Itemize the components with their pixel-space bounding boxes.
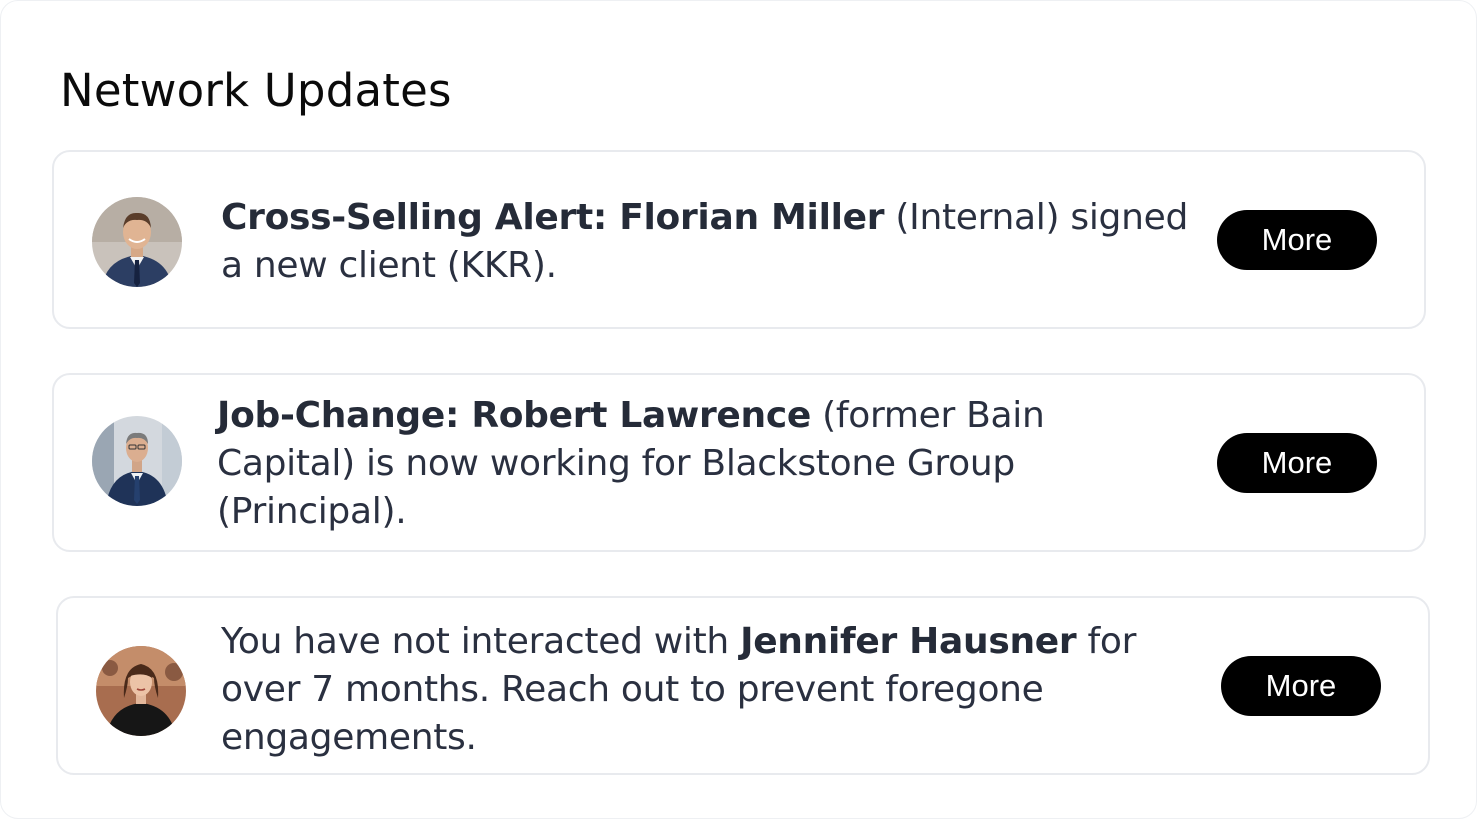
update-message: You have not interacted with Jennifer Ha…	[221, 618, 1201, 762]
update-headline: Cross-Selling Alert: Florian Miller	[221, 197, 885, 238]
update-headline: Job-Change: Robert Lawrence	[217, 395, 812, 436]
update-intro: You have not interacted with	[221, 621, 741, 662]
network-updates-panel: Network Updates Cross-Selling Alert: Flo…	[0, 0, 1477, 819]
update-contact-name: Jennifer Hausner	[740, 621, 1077, 662]
update-message: Cross-Selling Alert: Florian Miller (Int…	[221, 194, 1201, 290]
avatar	[92, 197, 182, 287]
section-title: Network Updates	[60, 64, 452, 117]
update-card: Cross-Selling Alert: Florian Miller (Int…	[52, 150, 1426, 329]
update-card: Job-Change: Robert Lawrence (former Bain…	[52, 373, 1426, 552]
avatar	[92, 416, 182, 506]
update-card: You have not interacted with Jennifer Ha…	[56, 596, 1430, 775]
more-button[interactable]: More	[1221, 656, 1381, 716]
more-button[interactable]: More	[1217, 433, 1377, 493]
avatar	[96, 646, 186, 736]
more-button[interactable]: More	[1217, 210, 1377, 270]
update-message: Job-Change: Robert Lawrence (former Bain…	[217, 392, 1117, 536]
